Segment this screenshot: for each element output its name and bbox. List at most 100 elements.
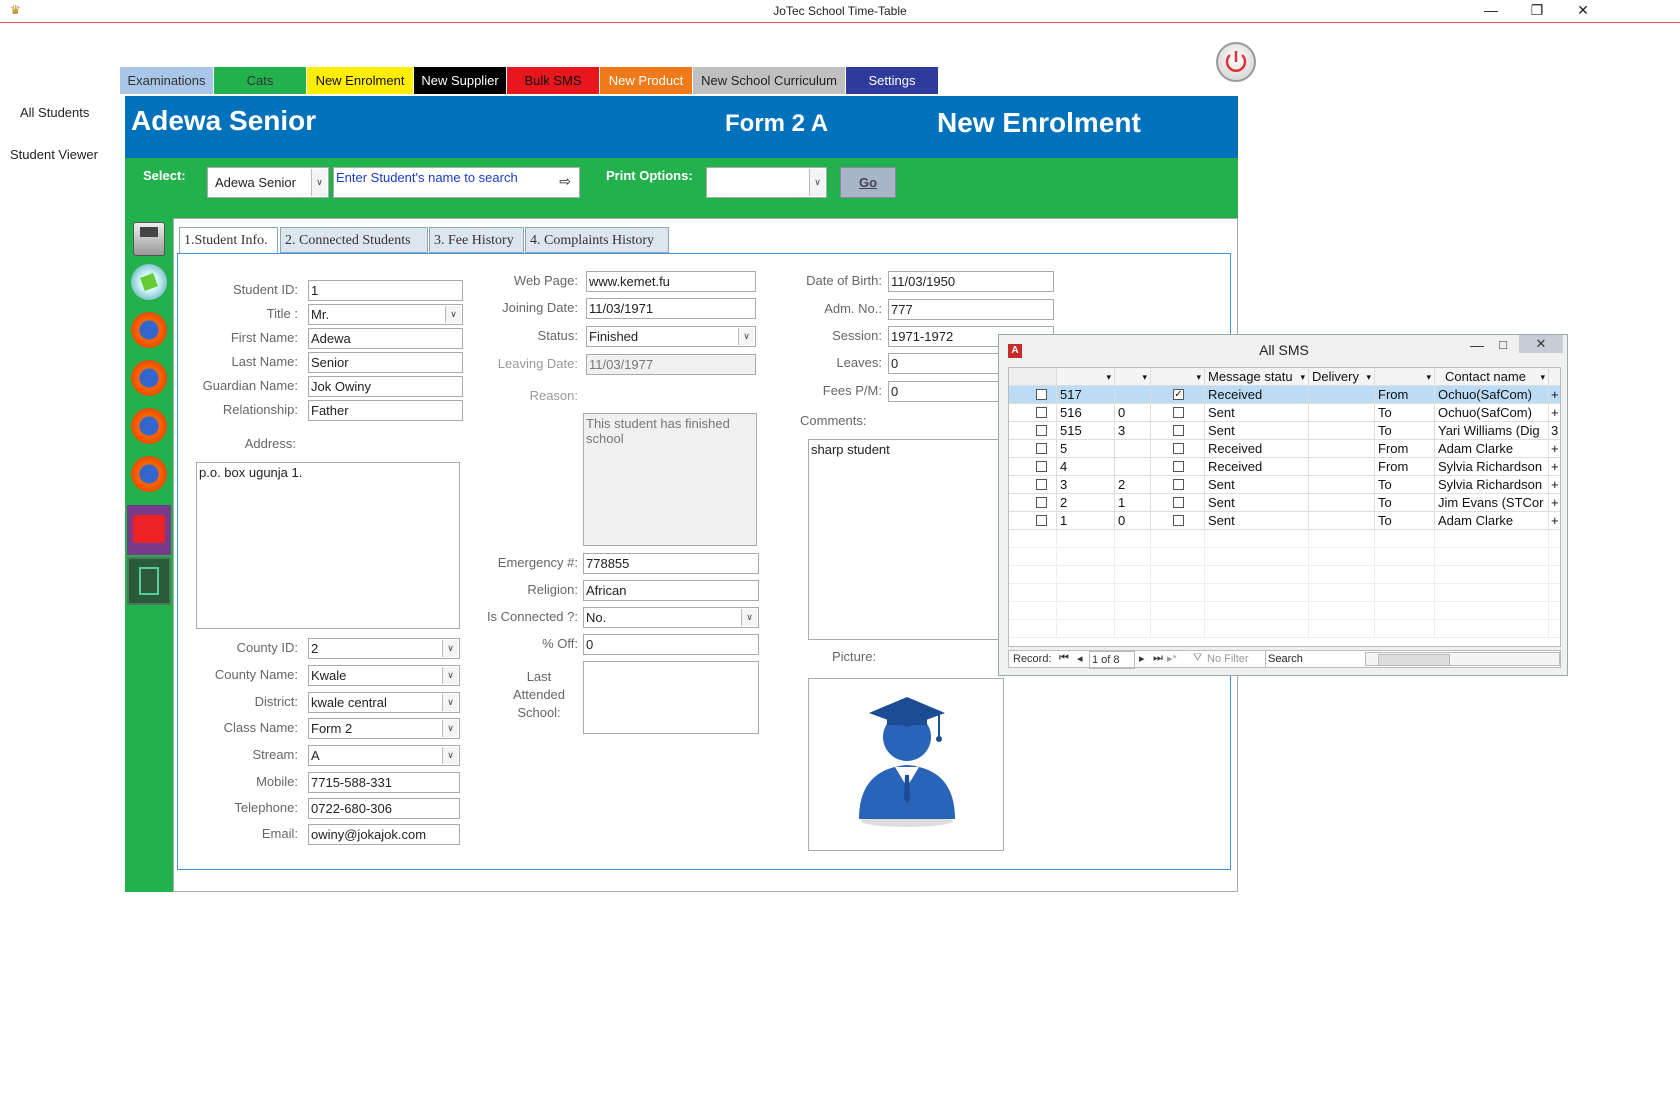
tab-student-info[interactable]: 1.Student Info.: [179, 227, 278, 253]
direction-cell[interactable]: To: [1375, 476, 1435, 494]
message-status-cell[interactable]: Received: [1205, 440, 1309, 458]
sms-close-button[interactable]: ✕: [1519, 335, 1563, 353]
delivery-cell[interactable]: [1309, 494, 1375, 512]
sms-id-cell[interactable]: 515: [1057, 422, 1115, 440]
close-button[interactable]: ✕: [1568, 2, 1598, 20]
tab-fee-history[interactable]: 3. Fee History: [429, 227, 524, 253]
row-checkbox[interactable]: [1036, 425, 1047, 436]
sms-table-row[interactable]: 4 Received From Sylvia Richardson +: [1009, 458, 1560, 476]
sms-flag-cell[interactable]: [1151, 422, 1205, 440]
previous-record-icon[interactable]: [131, 456, 167, 492]
student-search-input[interactable]: Enter Student's name to search ⇨: [333, 167, 580, 198]
sms-table-row[interactable]: 5 Received From Adam Clarke +: [1009, 440, 1560, 458]
relationship-field[interactable]: Father: [308, 400, 463, 421]
message-status-cell[interactable]: Sent: [1205, 494, 1309, 512]
direction-cell[interactable]: From: [1375, 458, 1435, 476]
is-connected-select[interactable]: No. ∨: [583, 607, 759, 628]
extra-cell[interactable]: +: [1549, 440, 1560, 458]
col-header-id[interactable]: ▾: [1057, 368, 1115, 386]
col-header-count[interactable]: ▾: [1115, 368, 1151, 386]
county-name-select[interactable]: Kwale ∨: [308, 665, 460, 686]
tab-cats[interactable]: Cats: [214, 67, 306, 94]
tab-complaints-history[interactable]: 4. Complaints History: [525, 227, 669, 253]
chevron-down-icon[interactable]: ∨: [442, 747, 458, 764]
row-checkbox[interactable]: [1036, 515, 1047, 526]
flag-checkbox[interactable]: [1173, 407, 1184, 418]
sms-flag-cell[interactable]: [1151, 494, 1205, 512]
message-status-cell[interactable]: Sent: [1205, 476, 1309, 494]
chevron-down-icon[interactable]: ∨: [445, 306, 461, 323]
col-header-direction[interactable]: ▾: [1375, 368, 1435, 386]
direction-cell[interactable]: To: [1375, 404, 1435, 422]
message-status-cell[interactable]: Sent: [1205, 404, 1309, 422]
sms-id-cell[interactable]: 3: [1057, 476, 1115, 494]
student-id-field[interactable]: 1: [308, 280, 463, 301]
col-header-delivery[interactable]: Delivery ▾: [1309, 368, 1375, 386]
delivery-cell[interactable]: [1309, 512, 1375, 530]
delivery-cell[interactable]: [1309, 440, 1375, 458]
row-selector[interactable]: [1009, 404, 1057, 422]
col-header-extra[interactable]: [1549, 368, 1560, 386]
chevron-down-icon[interactable]: ∨: [442, 640, 458, 657]
row-checkbox[interactable]: [1036, 497, 1047, 508]
notes-icon[interactable]: [131, 264, 167, 300]
district-select[interactable]: kwale central ∨: [308, 692, 460, 713]
sms-count-cell[interactable]: 0: [1115, 512, 1151, 530]
flag-checkbox[interactable]: [1173, 443, 1184, 454]
contact-name-cell[interactable]: Sylvia Richardson: [1435, 476, 1549, 494]
row-selector[interactable]: [1009, 422, 1057, 440]
sms-minimize-button[interactable]: —: [1467, 337, 1487, 353]
sms-flag-cell[interactable]: [1151, 404, 1205, 422]
extra-cell[interactable]: +: [1549, 494, 1560, 512]
sms-table-row[interactable]: 3 2 Sent To Sylvia Richardson +: [1009, 476, 1560, 494]
col-header-check[interactable]: ▾: [1151, 368, 1205, 386]
first-name-field[interactable]: Adewa: [308, 328, 463, 349]
sms-table-row[interactable]: 1 0 Sent To Adam Clarke +: [1009, 512, 1560, 530]
adm-no-field[interactable]: 777: [888, 299, 1054, 320]
web-page-field[interactable]: www.kemet.fu: [586, 271, 756, 292]
sms-datasheet[interactable]: ▾ ▾ ▾ Message statu ▾ Delivery ▾ ▾ Contact…: [1008, 367, 1561, 647]
email-field[interactable]: owiny@jokajok.com: [308, 824, 460, 845]
sms-count-cell[interactable]: 3: [1115, 422, 1151, 440]
last-name-field[interactable]: Senior: [308, 352, 463, 373]
extra-cell[interactable]: 3: [1549, 422, 1560, 440]
next-record-button[interactable]: ▸: [1139, 652, 1145, 665]
sms-count-cell[interactable]: 0: [1115, 404, 1151, 422]
print-options-select[interactable]: ∨: [706, 167, 827, 198]
telephone-field[interactable]: 0722-680-306: [308, 798, 460, 819]
contact-name-cell[interactable]: Ochuo(SafCom): [1435, 404, 1549, 422]
dob-field[interactable]: 11/03/1950: [888, 271, 1054, 292]
sms-flag-cell[interactable]: [1151, 458, 1205, 476]
first-record-icon[interactable]: [131, 360, 167, 396]
sms-id-cell[interactable]: 1: [1057, 512, 1115, 530]
guardian-name-field[interactable]: Jok Owiny: [308, 376, 463, 397]
contact-name-cell[interactable]: Ochuo(SafCom): [1435, 386, 1549, 404]
extra-cell[interactable]: +: [1549, 512, 1560, 530]
extra-cell[interactable]: +: [1549, 386, 1560, 404]
sms-maximize-button[interactable]: □: [1493, 337, 1513, 352]
row-checkbox[interactable]: [1036, 461, 1047, 472]
chevron-down-icon[interactable]: ∨: [442, 667, 458, 684]
tab-connected-students[interactable]: 2. Connected Students: [280, 227, 428, 253]
last-record-icon[interactable]: [131, 312, 167, 348]
delete-icon[interactable]: [127, 505, 171, 555]
no-filter-button[interactable]: No Filter: [1207, 653, 1249, 665]
flag-checkbox[interactable]: [1173, 425, 1184, 436]
sms-flag-cell[interactable]: ✓: [1151, 386, 1205, 404]
delivery-cell[interactable]: [1309, 404, 1375, 422]
row-selector[interactable]: [1009, 476, 1057, 494]
row-checkbox[interactable]: [1036, 443, 1047, 454]
tab-bulk-sms[interactable]: Bulk SMS: [507, 67, 599, 94]
row-checkbox[interactable]: [1036, 407, 1047, 418]
sms-table-row[interactable]: 517 ✓ Received From Ochuo(SafCom) +: [1009, 386, 1560, 404]
title-select[interactable]: Mr. ∨: [308, 304, 463, 325]
chevron-down-icon[interactable]: ∨: [311, 169, 327, 196]
sms-id-cell[interactable]: 5: [1057, 440, 1115, 458]
chevron-down-icon[interactable]: ∨: [741, 609, 757, 626]
sms-table-row[interactable]: 515 3 Sent To Yari Williams (Dig 3: [1009, 422, 1560, 440]
power-button[interactable]: [1216, 42, 1256, 82]
row-checkbox[interactable]: [1036, 479, 1047, 490]
first-record-button[interactable]: ⏮: [1059, 652, 1069, 665]
address-field[interactable]: p.o. box ugunja 1.: [196, 462, 460, 629]
sms-search-input[interactable]: Search: [1265, 651, 1358, 667]
